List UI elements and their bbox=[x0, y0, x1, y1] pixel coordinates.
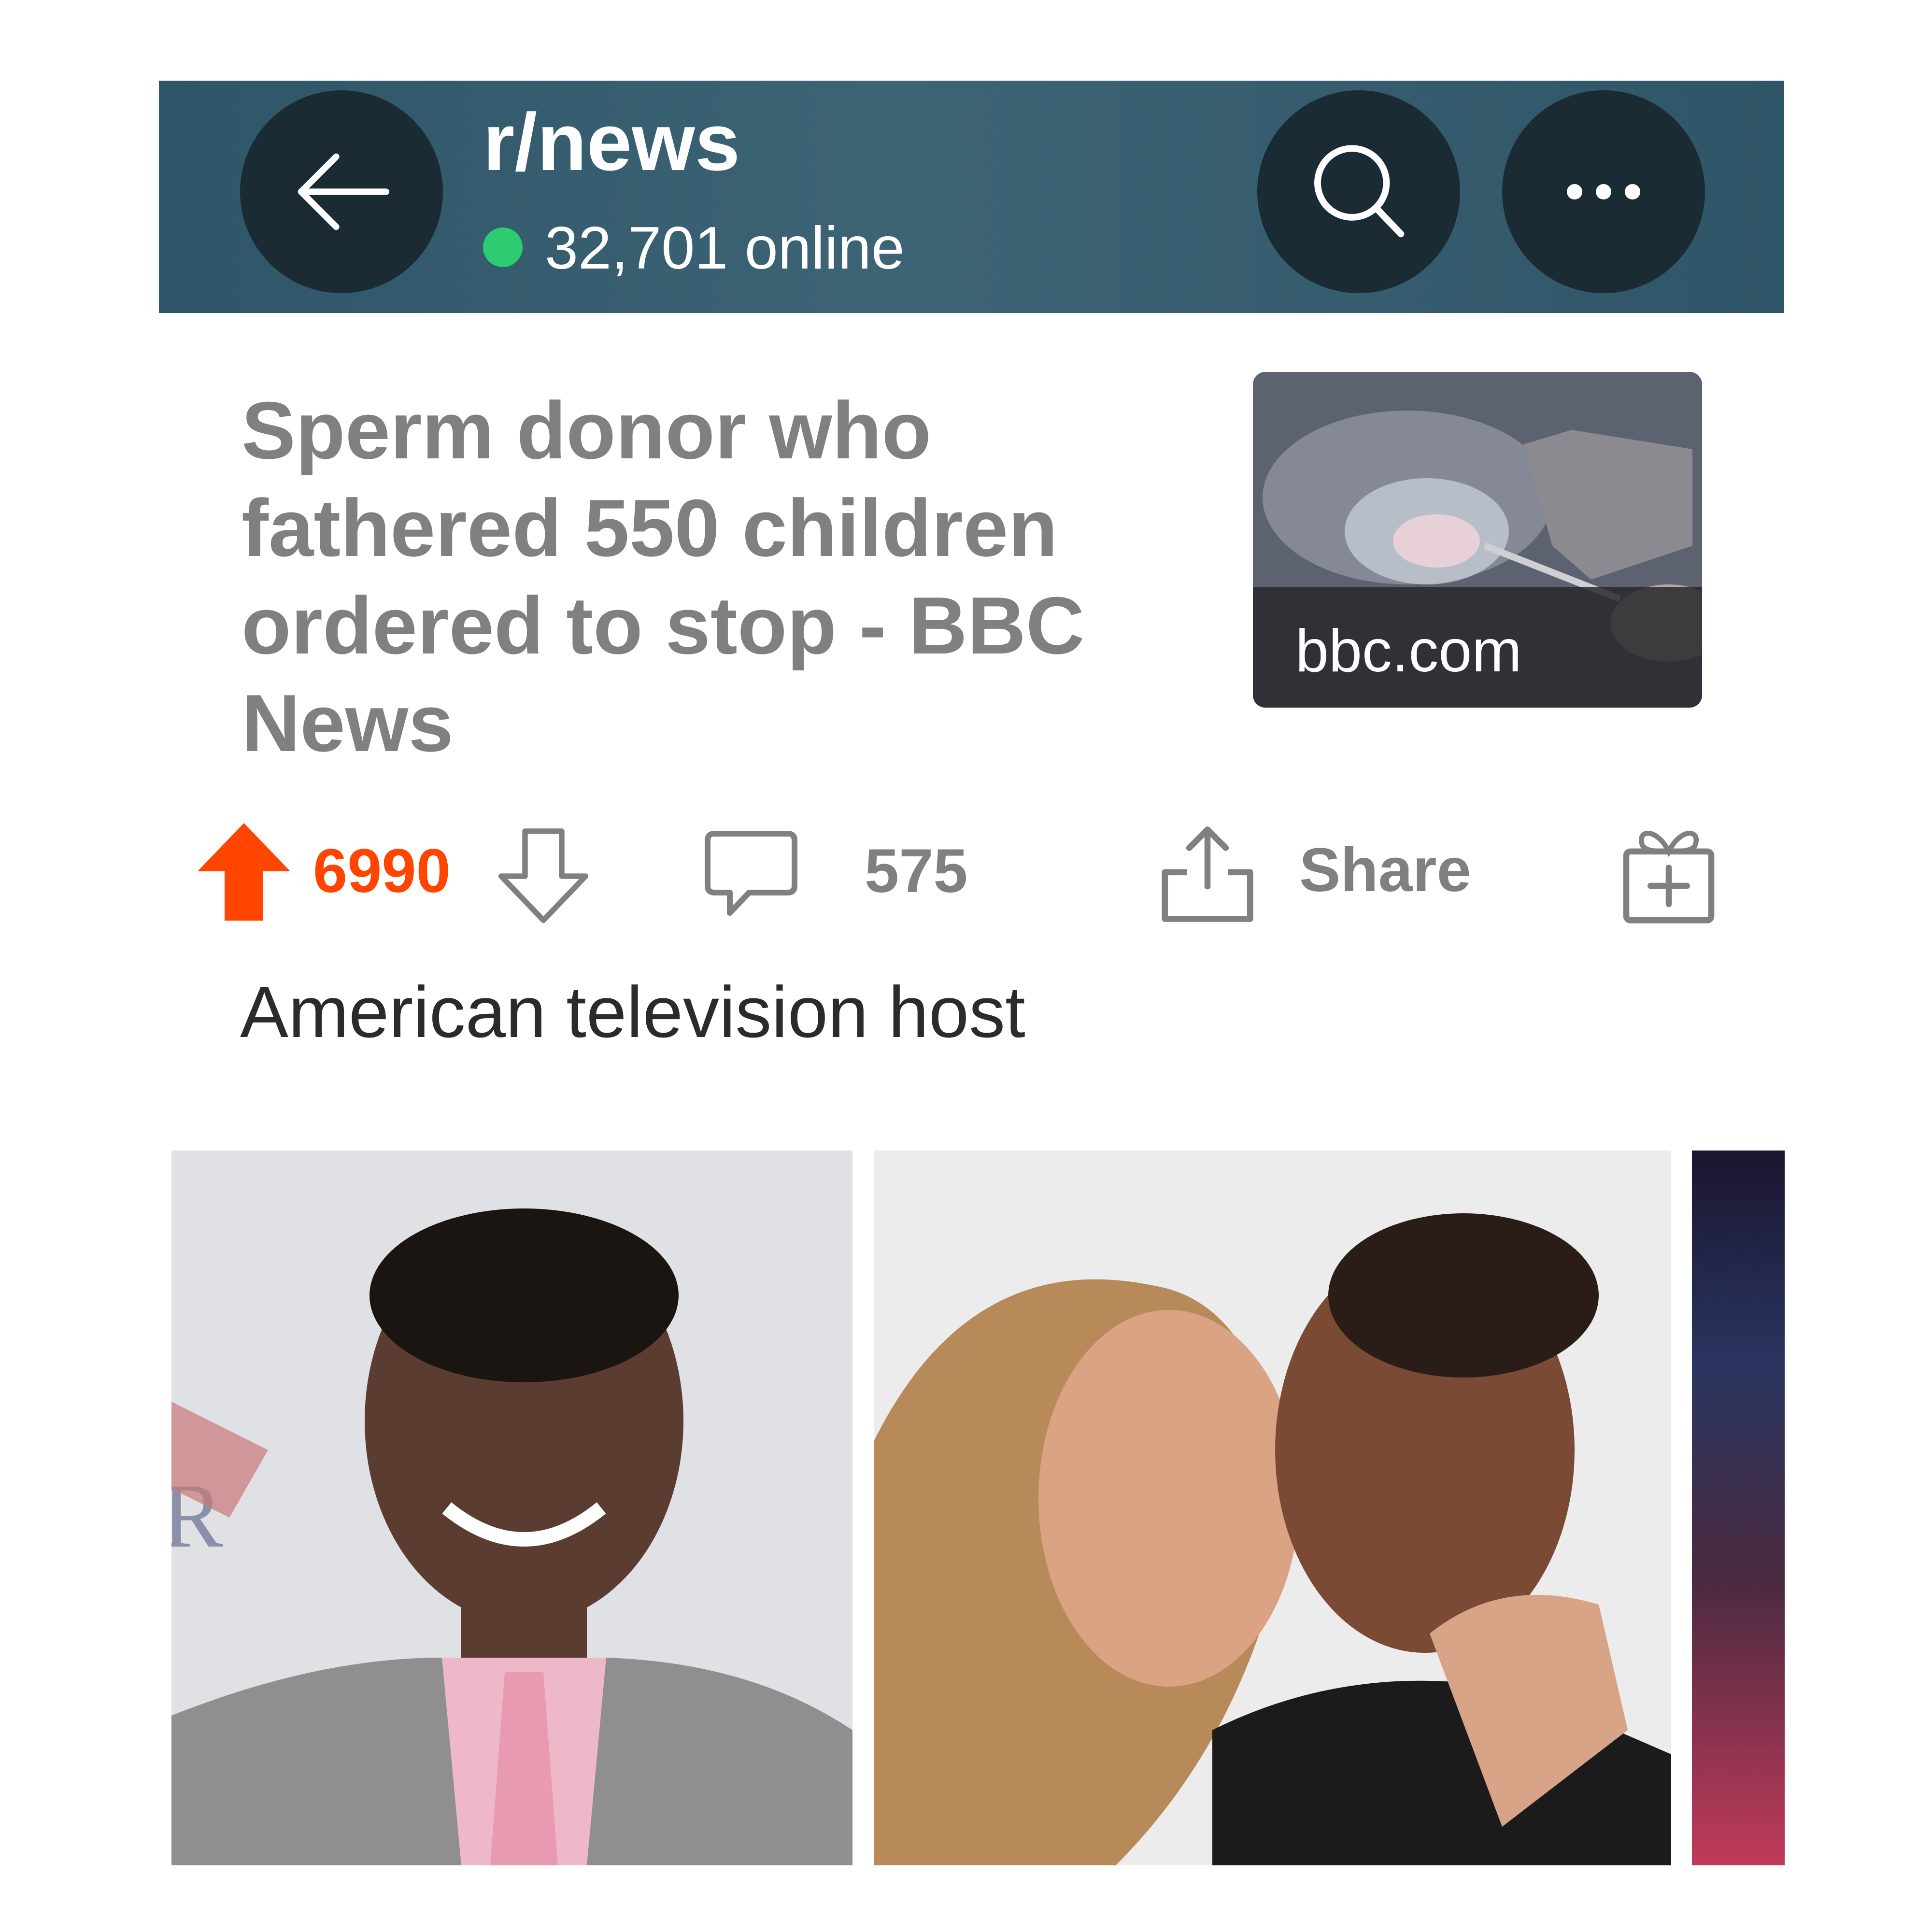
downvote-icon[interactable] bbox=[497, 828, 589, 925]
online-indicator bbox=[483, 227, 523, 267]
post-title[interactable]: Sperm donor who fathered 550 children or… bbox=[242, 382, 1111, 772]
link-thumbnail[interactable]: bbc.com bbox=[1253, 372, 1702, 708]
couple-photo bbox=[874, 1151, 1671, 1865]
image-partial[interactable] bbox=[1692, 1151, 1785, 1865]
search-button[interactable] bbox=[1257, 90, 1460, 293]
portrait-photo: R bbox=[171, 1151, 852, 1865]
share-icon[interactable] bbox=[1157, 824, 1258, 925]
search-icon bbox=[1314, 145, 1405, 238]
back-button[interactable] bbox=[240, 90, 443, 293]
thumbnail-domain: bbc.com bbox=[1295, 618, 1522, 684]
upvote-icon[interactable] bbox=[196, 821, 292, 923]
more-button[interactable] bbox=[1502, 90, 1705, 293]
vote-count: 6990 bbox=[313, 837, 451, 906]
image-portrait[interactable]: R bbox=[171, 1151, 852, 1865]
screen: r/news 32,701 online Sperm donor who fat… bbox=[0, 0, 1932, 1932]
image-couple[interactable] bbox=[874, 1151, 1671, 1865]
online-count: 32,701 online bbox=[545, 215, 905, 282]
partial-photo bbox=[1692, 1151, 1785, 1865]
share-button[interactable]: Share bbox=[1299, 839, 1471, 901]
subreddit-name[interactable]: r/news bbox=[483, 101, 740, 183]
comment-count[interactable]: 575 bbox=[865, 840, 968, 902]
image-caption: American television host bbox=[240, 971, 1025, 1052]
comment-icon[interactable] bbox=[703, 826, 799, 923]
more-horizontal-icon bbox=[1567, 184, 1640, 199]
arrow-left-icon bbox=[298, 153, 389, 230]
gift-award-icon[interactable] bbox=[1618, 821, 1719, 927]
